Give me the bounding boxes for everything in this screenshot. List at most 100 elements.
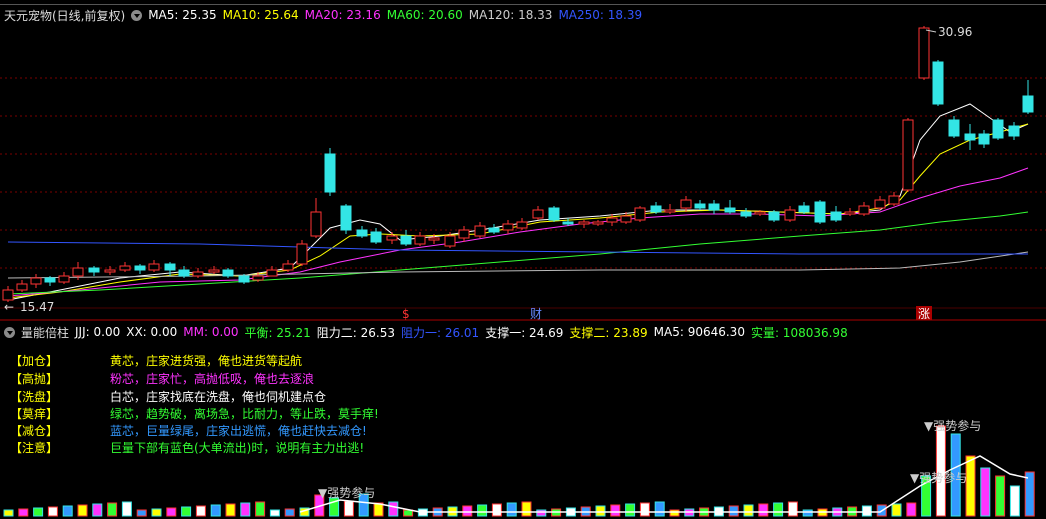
volume-bar <box>1009 485 1020 517</box>
volume-bar <box>240 502 251 517</box>
volume-bar <box>284 508 295 517</box>
volume-bar <box>965 455 976 517</box>
volume-bar <box>536 509 547 517</box>
low-price-label: 15.47 <box>20 300 54 314</box>
candle-body <box>650 205 662 213</box>
event-marker-limit-up[interactable]: 涨 <box>918 306 930 321</box>
candle-body <box>178 269 190 277</box>
candle-body <box>694 203 706 209</box>
candle-body <box>370 231 382 243</box>
candle-body <box>620 215 632 223</box>
candle-body <box>578 221 590 225</box>
candle-body <box>88 267 100 273</box>
volume-bar <box>477 504 488 517</box>
volume-bar <box>521 501 532 517</box>
volume-bar <box>151 508 162 517</box>
volume-bar <box>195 505 206 517</box>
candle-body <box>386 235 398 241</box>
volume-bar <box>861 505 872 517</box>
candle-body <box>918 27 930 79</box>
candle-body <box>119 265 131 271</box>
volume-bar <box>906 502 917 517</box>
volume-bar <box>743 504 754 517</box>
volume-bar <box>136 509 147 517</box>
event-marker-dividend[interactable]: $ <box>402 307 410 321</box>
volume-bar <box>669 509 680 517</box>
candle-body <box>222 269 234 277</box>
volume-bar <box>639 502 650 517</box>
volume-bar <box>654 501 665 517</box>
volume-bar <box>891 503 902 517</box>
volume-bar <box>166 507 177 517</box>
low-price-arrow: ← <box>4 300 14 314</box>
candle-body <box>978 133 990 145</box>
high-price-label: 30.96 <box>938 25 972 39</box>
candle-body <box>310 211 322 237</box>
candle-body <box>680 199 692 209</box>
candle-body <box>992 119 1004 139</box>
volume-bar <box>62 505 73 517</box>
candle-body <box>44 277 56 283</box>
candle-body <box>72 267 84 277</box>
volume-bar <box>33 507 44 517</box>
candle-body <box>238 275 250 283</box>
volume-bar <box>181 506 192 517</box>
candle-body <box>444 235 456 247</box>
strong-participation-label-1: ▼强势参与 <box>318 485 375 500</box>
volume-bar <box>462 505 473 517</box>
volume-bar <box>225 503 236 517</box>
candle-body <box>932 61 944 105</box>
volume-bar <box>980 467 991 517</box>
candle-body <box>2 289 14 301</box>
candle-body <box>148 263 160 271</box>
candle-body <box>414 235 426 245</box>
candle-body <box>30 277 42 285</box>
volume-bar <box>343 500 354 517</box>
candle-body <box>458 229 470 239</box>
candle-body <box>724 207 736 213</box>
candle-body <box>516 221 528 229</box>
candle-body <box>888 195 900 205</box>
candle-body <box>562 221 574 225</box>
candle-body <box>16 283 28 291</box>
candle-body <box>606 217 618 223</box>
volume-bar <box>802 509 813 517</box>
volume-bar <box>269 509 280 517</box>
candle-body <box>532 209 544 219</box>
candle-body <box>282 263 294 271</box>
candle-body <box>858 205 870 215</box>
candle-body <box>400 235 412 245</box>
candle-body <box>324 153 336 193</box>
candle-body <box>664 209 676 213</box>
volume-bar <box>610 504 621 517</box>
candle-body <box>874 199 886 209</box>
volume-bar <box>787 501 798 517</box>
candle-body <box>134 265 146 271</box>
candle-body <box>964 133 976 141</box>
candle-body <box>474 225 486 237</box>
volume-bar <box>210 504 221 517</box>
strong-participation-label-2: ▼强势参与 <box>924 418 981 433</box>
volume-bar <box>121 501 132 517</box>
candle-body <box>768 211 780 221</box>
volume-bar <box>77 504 88 517</box>
candle-body <box>1022 95 1034 113</box>
volume-bar <box>92 503 103 517</box>
candle-body <box>356 229 368 237</box>
candle-body <box>548 207 560 221</box>
volume-bar <box>773 502 784 517</box>
volume-bar <box>506 502 517 517</box>
volume-bar <box>47 506 58 517</box>
candle-body <box>1008 125 1020 137</box>
volume-bar <box>255 501 266 517</box>
volume-bar <box>595 505 606 517</box>
volume-bar <box>728 505 739 517</box>
volume-bar <box>1024 471 1035 517</box>
candle-body <box>902 119 914 191</box>
volume-bar <box>491 503 502 517</box>
candle-body <box>266 269 278 277</box>
candle-body <box>634 207 646 221</box>
ma250-line <box>7 241 1028 255</box>
candle-body <box>192 271 204 277</box>
event-marker-finance[interactable]: 财 <box>530 307 542 321</box>
